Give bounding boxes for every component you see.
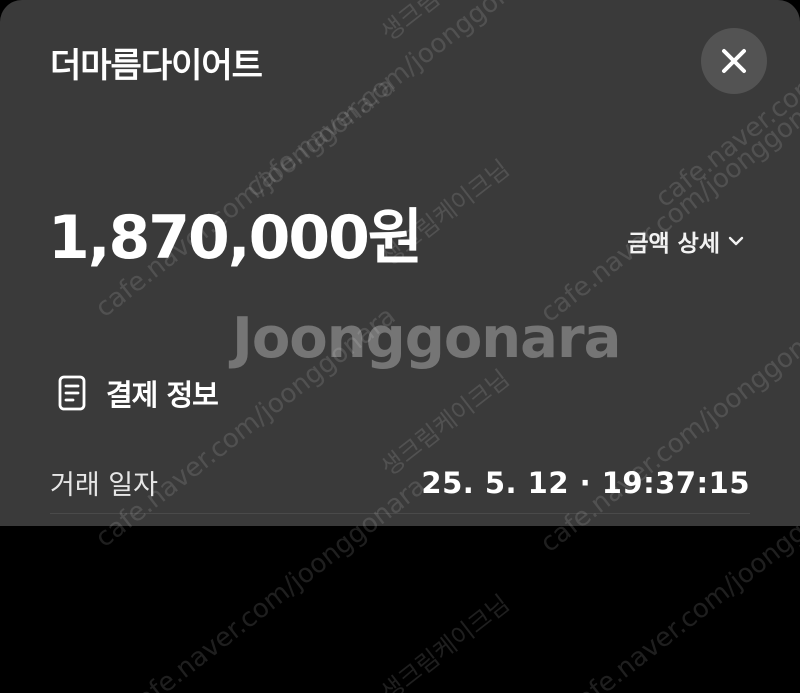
payment-info-title: 결제 정보 xyxy=(106,378,219,412)
close-button[interactable] xyxy=(701,28,767,94)
close-icon xyxy=(722,49,746,73)
amount-detail-toggle[interactable]: 금액 상세 xyxy=(627,224,744,258)
transaction-date-label: 거래 일자 xyxy=(50,470,158,501)
screen: 더마름다이어트 1,870,000원 금액 상세 결제 정보 거래 일자 25.… xyxy=(0,0,800,693)
watermark-seller: 생크림케이크님 xyxy=(375,589,515,693)
payment-info-header: 결제 정보 xyxy=(58,372,219,414)
receipt-icon xyxy=(58,375,86,411)
transaction-date-value: 25. 5. 12 · 19:37:15 xyxy=(421,465,750,500)
payment-amount: 1,870,000원 xyxy=(48,203,423,273)
transaction-date-row: 거래 일자 25. 5. 12 · 19:37:15 xyxy=(50,452,750,514)
merchant-name: 더마름다이어트 xyxy=(50,46,263,86)
chevron-down-icon xyxy=(728,236,744,246)
amount-detail-label: 금액 상세 xyxy=(627,231,720,257)
payment-detail-sheet: 더마름다이어트 1,870,000원 금액 상세 결제 정보 거래 일자 25.… xyxy=(0,0,800,526)
